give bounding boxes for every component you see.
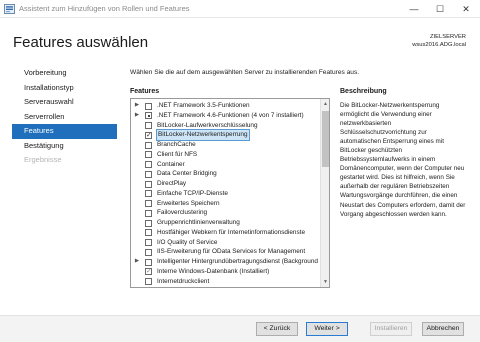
nav-item-serverrollen[interactable]: Serverrollen [12, 110, 117, 125]
feature-checkbox[interactable] [145, 180, 152, 188]
feature-checkbox[interactable] [145, 122, 152, 129]
feature-checkbox[interactable] [145, 161, 152, 168]
feature-checkbox[interactable] [145, 267, 152, 276]
feature-checkbox[interactable] [145, 219, 152, 227]
feature-checkbox[interactable] [145, 200, 152, 207]
feature-label: BranchCache [157, 141, 196, 148]
feature-row[interactable]: Interne Windows-Datenbank (Installiert) [131, 267, 320, 277]
nav-item-installationstyp[interactable]: Installationstyp [12, 81, 117, 96]
feature-row[interactable]: DirectPlay [131, 179, 320, 189]
scroll-thumb[interactable] [322, 111, 329, 167]
feature-row[interactable]: I/O Quality of Service [131, 238, 320, 248]
feature-row[interactable]: ▶ Intelligenter Hintergrundübertragungsdi… [131, 257, 320, 267]
title-bar: Assistent zum Hinzufügen von Rollen und … [0, 0, 480, 18]
features-tree[interactable]: ▶ .NET Framework 3.5-Funktionen ▶ .NET Fram… [130, 98, 330, 288]
feature-checkbox[interactable] [145, 190, 152, 198]
scroll-up-arrow-icon[interactable]: ▲ [321, 99, 329, 109]
target-server-info: ZIELSERVER wsus2016.ADG.local [412, 33, 466, 49]
feature-checkbox[interactable] [145, 229, 152, 237]
feature-row[interactable]: Failoverclustering [131, 208, 320, 218]
target-server-name: wsus2016.ADG.local [412, 42, 466, 48]
feature-label: Internetdruckclient [157, 277, 210, 285]
feature-checkbox[interactable] [145, 170, 152, 178]
feature-checkbox[interactable] [145, 248, 152, 256]
nav-item-features[interactable]: Features [12, 124, 117, 139]
feature-label: Client für NFS [157, 150, 198, 158]
feature-label: DirectPlay [157, 180, 187, 187]
feature-row[interactable]: BranchCache [131, 140, 320, 150]
feature-label: I/O Quality of Service [157, 238, 218, 246]
feature-label: Intelligenter Hintergrundübertragungsdie… [157, 258, 318, 265]
feature-row[interactable]: Erweitertes Speichern [131, 199, 320, 209]
feature-checkbox[interactable] [145, 141, 152, 149]
feature-checkbox[interactable] [145, 258, 152, 266]
feature-row[interactable]: Client für NFS [131, 150, 320, 160]
features-list: ▶ .NET Framework 3.5-Funktionen ▶ .NET Fram… [131, 101, 320, 286]
feature-label: Container [157, 160, 185, 168]
feature-row[interactable]: ▶ .NET Framework 3.5-Funktionen [131, 101, 320, 111]
wizard-nav: Vorbereitung Installationstyp Serverausw… [12, 66, 117, 168]
cancel-button[interactable]: Abbrechen [422, 322, 464, 336]
feature-label: Hostfähiger Webkern für Internetinformat… [157, 228, 306, 236]
feature-row[interactable]: Data Center Bridging [131, 169, 320, 179]
feature-label: BitLocker-Laufwerkverschlüsselung [157, 121, 258, 129]
expand-arrow-icon[interactable]: ▶ [134, 101, 140, 111]
page-title: Features auswählen [13, 34, 149, 51]
expand-arrow-icon[interactable]: ▶ [134, 257, 140, 267]
feature-label: IIS-Erweiterung für OData Services for M… [157, 248, 306, 256]
feature-checkbox[interactable] [145, 131, 152, 140]
feature-checkbox[interactable] [145, 239, 152, 246]
feature-label: .NET Framework 3.5-Funktionen [157, 102, 250, 109]
feature-label: Data Center Bridging [157, 170, 217, 178]
feature-row[interactable]: Hostfähiger Webkern für Internetinformat… [131, 228, 320, 238]
description-text: Die BitLocker-Netzwerkentsperrung ermögl… [340, 102, 466, 218]
feature-row[interactable]: IIS-Erweiterung für OData Services for M… [131, 247, 320, 257]
features-scrollbar[interactable]: ▲ ▼ [320, 99, 329, 287]
features-heading: Features [130, 88, 160, 95]
feature-row[interactable]: BitLocker-Laufwerkverschlüsselung [131, 121, 320, 131]
feature-checkbox[interactable] [145, 102, 152, 110]
feature-row[interactable]: Einfache TCP/IP-Dienste [131, 189, 320, 199]
nav-item-bestaetigung[interactable]: Bestätigung [12, 139, 117, 154]
feature-row[interactable]: BitLocker-Netzwerkentsperrung [131, 129, 320, 141]
minimize-button[interactable]: — [400, 0, 428, 18]
feature-checkbox[interactable] [145, 151, 152, 159]
feature-label: .NET Framework 4.6-Funktionen (4 von 7 i… [157, 111, 304, 119]
feature-label: Failoverclustering [157, 209, 208, 217]
feature-checkbox[interactable] [145, 278, 152, 285]
back-button[interactable]: < Zurück [256, 322, 298, 336]
feature-row[interactable]: ▶ .NET Framework 4.6-Funktionen (4 von 7 … [131, 111, 320, 121]
close-button[interactable]: ✕ [452, 0, 480, 18]
install-button: Installieren [370, 322, 412, 336]
window-title: Assistent zum Hinzufügen von Rollen und … [19, 4, 190, 13]
nav-item-ergebnisse: Ergebnisse [24, 155, 62, 164]
nav-item-vorbereitung[interactable]: Vorbereitung [12, 66, 117, 81]
feature-label: BitLocker-Netzwerkentsperrung [156, 129, 250, 141]
feature-label: Gruppenrichtlinienverwaltung [157, 219, 240, 226]
server-manager-icon [4, 4, 15, 14]
feature-label: Einfache TCP/IP-Dienste [157, 189, 228, 197]
feature-checkbox[interactable] [145, 112, 152, 120]
feature-label: Erweitertes Speichern [157, 199, 220, 207]
next-button[interactable]: Weiter > [306, 322, 348, 336]
feature-row[interactable]: Internetdruckclient [131, 277, 320, 287]
intro-text: Wählen Sie die auf dem ausgewählten Serv… [130, 69, 360, 76]
target-server-label: ZIELSERVER [430, 34, 466, 40]
expand-arrow-icon[interactable]: ▶ [134, 111, 140, 121]
scroll-down-arrow-icon[interactable]: ▼ [321, 277, 329, 287]
feature-label: Interne Windows-Datenbank (Installiert) [157, 267, 270, 275]
feature-row[interactable]: Gruppenrichtlinienverwaltung [131, 218, 320, 228]
description-heading: Beschreibung [340, 88, 387, 95]
button-bar: < Zurück Weiter > Installieren Abbrechen [0, 315, 480, 342]
maximize-button[interactable]: ☐ [426, 0, 454, 18]
feature-checkbox[interactable] [145, 209, 152, 217]
nav-item-serverauswahl[interactable]: Serverauswahl [12, 95, 117, 110]
feature-row[interactable]: Container [131, 160, 320, 170]
